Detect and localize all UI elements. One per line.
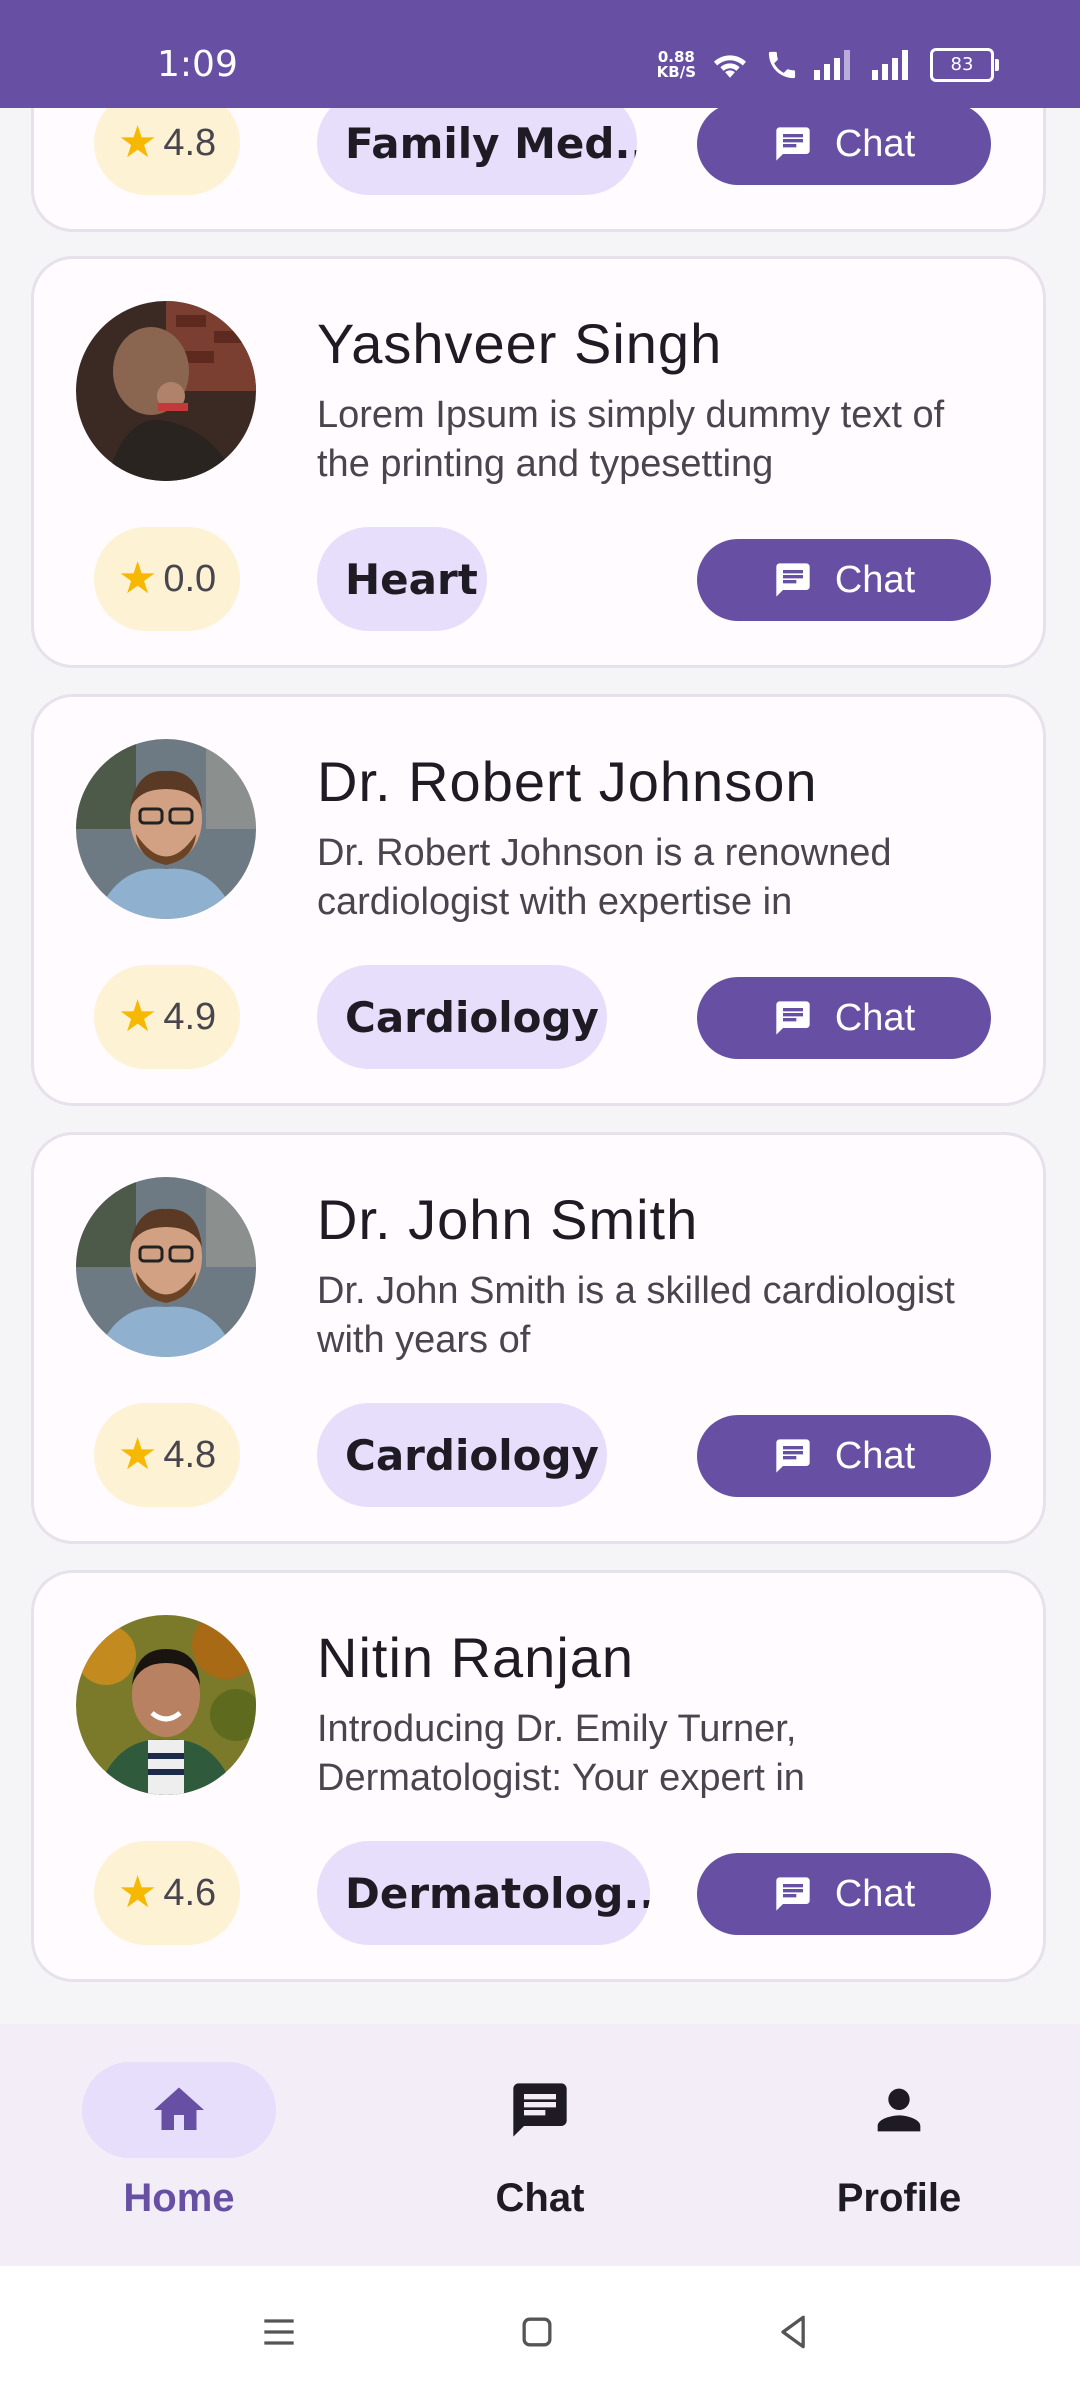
nav-item-profile[interactable]: Profile [779, 2062, 1019, 2221]
person-icon [877, 2088, 921, 2132]
doctor-avatar [76, 1615, 256, 1795]
rating-value: 4.6 [163, 1871, 217, 1914]
specialty-chip: Heart [317, 527, 487, 631]
chat-button[interactable]: Chat [697, 539, 991, 621]
chat-button-label: Chat [834, 1434, 916, 1477]
status-bar: 1:09 0.88 KB/S 83 [0, 0, 1080, 108]
nav-indicator [443, 2062, 637, 2158]
rating-badge: ★ 4.8 [94, 1403, 240, 1507]
specialty-chip: Cardiology [317, 1403, 607, 1507]
signal-icon [814, 50, 850, 80]
doctor-card[interactable]: Dr. Robert Johnson Dr. Robert Johnson is… [31, 694, 1046, 1106]
doctor-name: Nitin Ranjan [317, 1626, 635, 1689]
star-icon: ★ [117, 1430, 158, 1479]
star-icon: ★ [117, 992, 158, 1041]
home-icon [154, 2087, 204, 2130]
doctor-card[interactable]: Yashveer Singh Lorem Ipsum is simply dum… [31, 256, 1046, 668]
rating-badge: ★ 4.6 [94, 1841, 240, 1945]
chat-button[interactable]: Chat [697, 977, 991, 1059]
chat-button-label: Chat [834, 996, 916, 1039]
chat-button[interactable]: Chat [697, 1415, 991, 1497]
doctor-description: Dr. John Smith is a skilled cardiologist… [317, 1270, 955, 1361]
specialty-chip: Cardiology [317, 965, 607, 1069]
system-navigation-bar [0, 2266, 1080, 2400]
network-speed-unit: KB/S [656, 63, 696, 81]
chat-icon [513, 2083, 567, 2137]
star-icon: ★ [117, 554, 158, 603]
chat-button[interactable]: Chat [697, 1853, 991, 1935]
chat-button-label: Chat [834, 122, 916, 165]
message-icon [776, 1439, 810, 1473]
nav-label-chat: Chat [495, 2176, 585, 2220]
bottom-navigation: Home Chat Profile [0, 2024, 1080, 2266]
wifi-icon [714, 55, 746, 78]
chat-button[interactable]: Chat [697, 103, 991, 185]
doctor-name: Yashveer Singh [317, 312, 723, 375]
home-square-icon[interactable] [515, 2310, 559, 2354]
doctor-name: Dr. Robert Johnson [317, 750, 818, 813]
status-icons: 0.88 KB/S 83 [657, 48, 999, 82]
doctor-card[interactable]: Dr. John Smith Dr. John Smith is a skill… [31, 1132, 1046, 1544]
network-speed: 0.88 KB/S [657, 50, 696, 80]
rating-value: 4.8 [163, 1433, 217, 1476]
nav-label-profile: Profile [836, 2176, 962, 2220]
status-time: 1:09 [157, 44, 238, 85]
nav-item-chat[interactable]: Chat [420, 2062, 660, 2221]
doctor-description: Lorem Ipsum is simply dummy text of the … [317, 394, 945, 485]
rating-value: 0.0 [163, 557, 217, 600]
nav-label-home: Home [123, 2176, 235, 2220]
message-icon [776, 1877, 810, 1911]
doctor-description: Introducing Dr. Emily Turner, Dermatolog… [317, 1708, 805, 1799]
doctor-list[interactable]: ★ 4.8 Family Med... Chat Yashveer Singh [0, 0, 1080, 2022]
nav-indicator [82, 2062, 276, 2158]
menu-icon[interactable] [257, 2310, 301, 2354]
rating-badge: ★ 0.0 [94, 527, 240, 631]
specialty-chip: Dermatolog... [317, 1841, 650, 1945]
rating-badge: ★ 4.9 [94, 965, 240, 1069]
message-icon [776, 127, 810, 161]
doctor-name: Dr. John Smith [317, 1188, 699, 1251]
chat-button-label: Chat [834, 1872, 916, 1915]
doctor-card[interactable]: Nitin Ranjan Introducing Dr. Emily Turne… [31, 1570, 1046, 1982]
doctor-avatar [76, 301, 256, 481]
doctor-avatar [76, 1177, 256, 1357]
back-icon[interactable] [772, 2310, 816, 2354]
chat-button-label: Chat [834, 558, 916, 601]
battery-level: 83 [950, 54, 974, 75]
signal-icon-2 [872, 50, 908, 80]
rating-value: 4.8 [163, 121, 217, 164]
nav-item-home[interactable]: Home [59, 2062, 299, 2221]
rating-value: 4.9 [163, 995, 217, 1038]
doctor-description: Dr. Robert Johnson is a renowned cardiol… [317, 832, 892, 923]
star-icon: ★ [117, 1868, 158, 1917]
nav-indicator [802, 2062, 996, 2158]
battery-icon: 83 [930, 48, 999, 82]
message-icon [776, 1001, 810, 1035]
call-icon [768, 51, 796, 79]
doctor-avatar [76, 739, 256, 919]
message-icon [776, 563, 810, 597]
star-icon: ★ [117, 118, 158, 167]
